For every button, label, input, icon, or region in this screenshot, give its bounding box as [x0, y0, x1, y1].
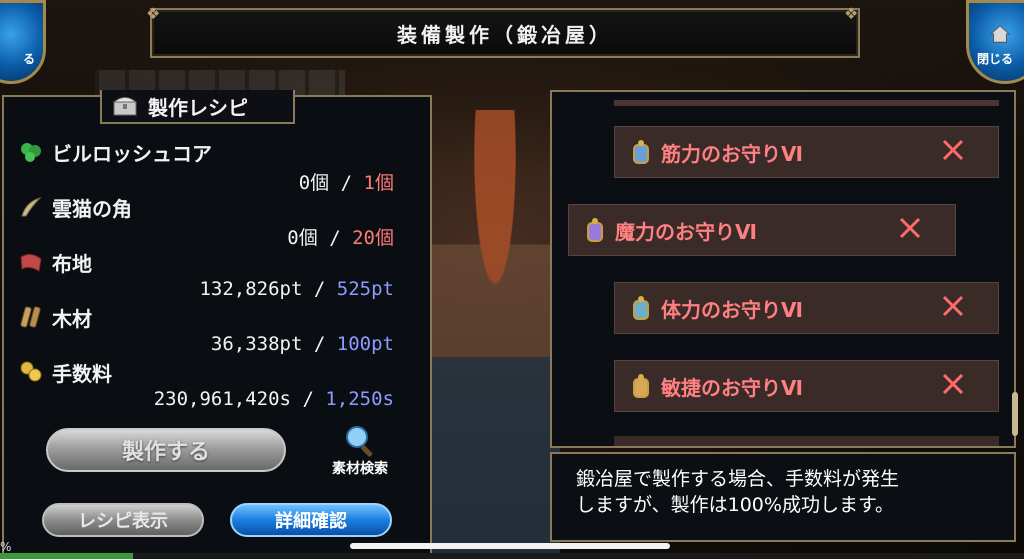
list-item[interactable]: 敏捷のお守りⅥ	[614, 360, 999, 412]
close-label: 閉じる	[977, 52, 1014, 66]
material-name: ビルロッシュコア	[52, 141, 212, 166]
material-have: 132,826pt	[199, 278, 303, 300]
material-separator: /	[313, 333, 326, 355]
material-have: 0個	[298, 172, 330, 194]
craft-button-label: 製作する	[121, 440, 210, 465]
info-text-line: しますが、製作は100%成功します。	[576, 494, 895, 516]
list-item[interactable]: 筋力のお守りⅥ	[614, 126, 999, 178]
charm-icon	[633, 374, 649, 398]
charm-icon	[633, 296, 649, 320]
material-need: 20個	[352, 227, 394, 249]
material-name: 木材	[52, 306, 92, 331]
info-box: 鍛冶屋で製作する場合、手数料が発生 しますが、製作は100%成功します。	[550, 452, 1016, 542]
item-name: 体力のお守りⅥ	[661, 297, 803, 322]
material-need: 1個	[363, 172, 394, 194]
item-name: 敏捷のお守りⅥ	[661, 375, 803, 400]
list-scrollbar[interactable]	[1012, 392, 1018, 436]
info-text-line: 鍛冶屋で製作する場合、手数料が発生	[576, 468, 900, 490]
green-crystal-icon	[21, 143, 41, 162]
item-name: 魔力のお守りⅥ	[615, 219, 757, 244]
material-have: 0個	[287, 227, 318, 249]
material-need: 525pt	[336, 278, 394, 300]
recipe-view-label: レシピ表示	[78, 511, 168, 532]
material-count: 0個 / 1個	[299, 168, 394, 195]
recipe-panel-header: 製作レシピ	[100, 90, 295, 124]
material-row: 布地 132,826pt / 525pt	[18, 248, 418, 300]
detail-check-label: 詳細確認	[275, 511, 347, 532]
material-name: 雲猫の角	[52, 196, 132, 221]
material-search-button[interactable]: 素材検索	[320, 424, 400, 484]
page-title: 装備製作（鍛冶屋）	[397, 22, 613, 47]
close-icon[interactable]	[940, 137, 966, 163]
cloth-icon	[20, 253, 42, 272]
material-separator: /	[329, 227, 341, 249]
recipe-panel-title: 製作レシピ	[148, 95, 248, 120]
close-icon[interactable]	[940, 293, 966, 319]
material-count: 0個 / 20個	[287, 223, 394, 250]
material-separator: /	[313, 278, 326, 300]
detail-check-button[interactable]: 詳細確認	[230, 503, 392, 537]
charm-icon	[587, 218, 603, 242]
title-bar: ❖ 装備製作（鍛冶屋） ❖	[146, 4, 860, 58]
search-icon	[346, 426, 373, 457]
coins-icon	[20, 361, 42, 382]
material-have: 230,961,420s	[153, 388, 291, 410]
list-divider	[614, 100, 999, 106]
material-count: 36,338pt / 100pt	[211, 333, 394, 355]
xp-percent-label: %	[0, 540, 12, 554]
recipe-view-button[interactable]: レシピ表示	[42, 503, 204, 537]
material-row: 手数料 230,961,420s / 1,250s	[18, 358, 418, 410]
material-separator: /	[340, 172, 353, 194]
menu-orb-label: る	[22, 52, 35, 66]
home-indicator[interactable]	[350, 543, 670, 549]
material-row: ビルロッシュコア 0個 / 1個	[18, 138, 418, 194]
material-row: 雲猫の角 0個 / 20個	[18, 193, 418, 249]
background-character	[430, 110, 560, 559]
charm-icon	[633, 140, 649, 164]
material-separator: /	[302, 388, 314, 410]
item-name: 筋力のお守りⅥ	[661, 141, 803, 166]
material-name: 手数料	[52, 361, 112, 386]
home-icon	[989, 25, 1011, 43]
material-row: 木材 36,338pt / 100pt	[18, 303, 418, 355]
material-count: 230,961,420s / 1,250s	[154, 388, 394, 410]
craft-button[interactable]: 製作する	[46, 428, 286, 472]
material-have: 36,338pt	[210, 333, 303, 355]
material-need: 1,250s	[325, 388, 394, 410]
xp-bar	[0, 553, 1024, 559]
close-icon[interactable]	[940, 371, 966, 397]
list-item-partial	[614, 436, 999, 446]
material-count: 132,826pt / 525pt	[199, 278, 394, 300]
material-search-label: 素材検索	[332, 461, 388, 477]
wood-icon	[20, 306, 41, 328]
xp-bar-fill	[0, 553, 134, 559]
ornament-icon: ❖	[844, 4, 859, 23]
close-icon[interactable]	[897, 215, 923, 241]
material-name: 布地	[52, 251, 92, 276]
list-item[interactable]: 魔力のお守りⅥ	[568, 204, 956, 256]
horn-icon	[21, 196, 42, 217]
chest-icon	[112, 97, 138, 116]
ornament-icon: ❖	[146, 4, 161, 23]
list-item[interactable]: 体力のお守りⅥ	[614, 282, 999, 334]
material-need: 100pt	[336, 333, 394, 355]
item-list-panel: 筋力のお守りⅥ 魔力のお守りⅥ 体力のお守りⅥ 敏捷のお守りⅥ	[550, 90, 1016, 448]
